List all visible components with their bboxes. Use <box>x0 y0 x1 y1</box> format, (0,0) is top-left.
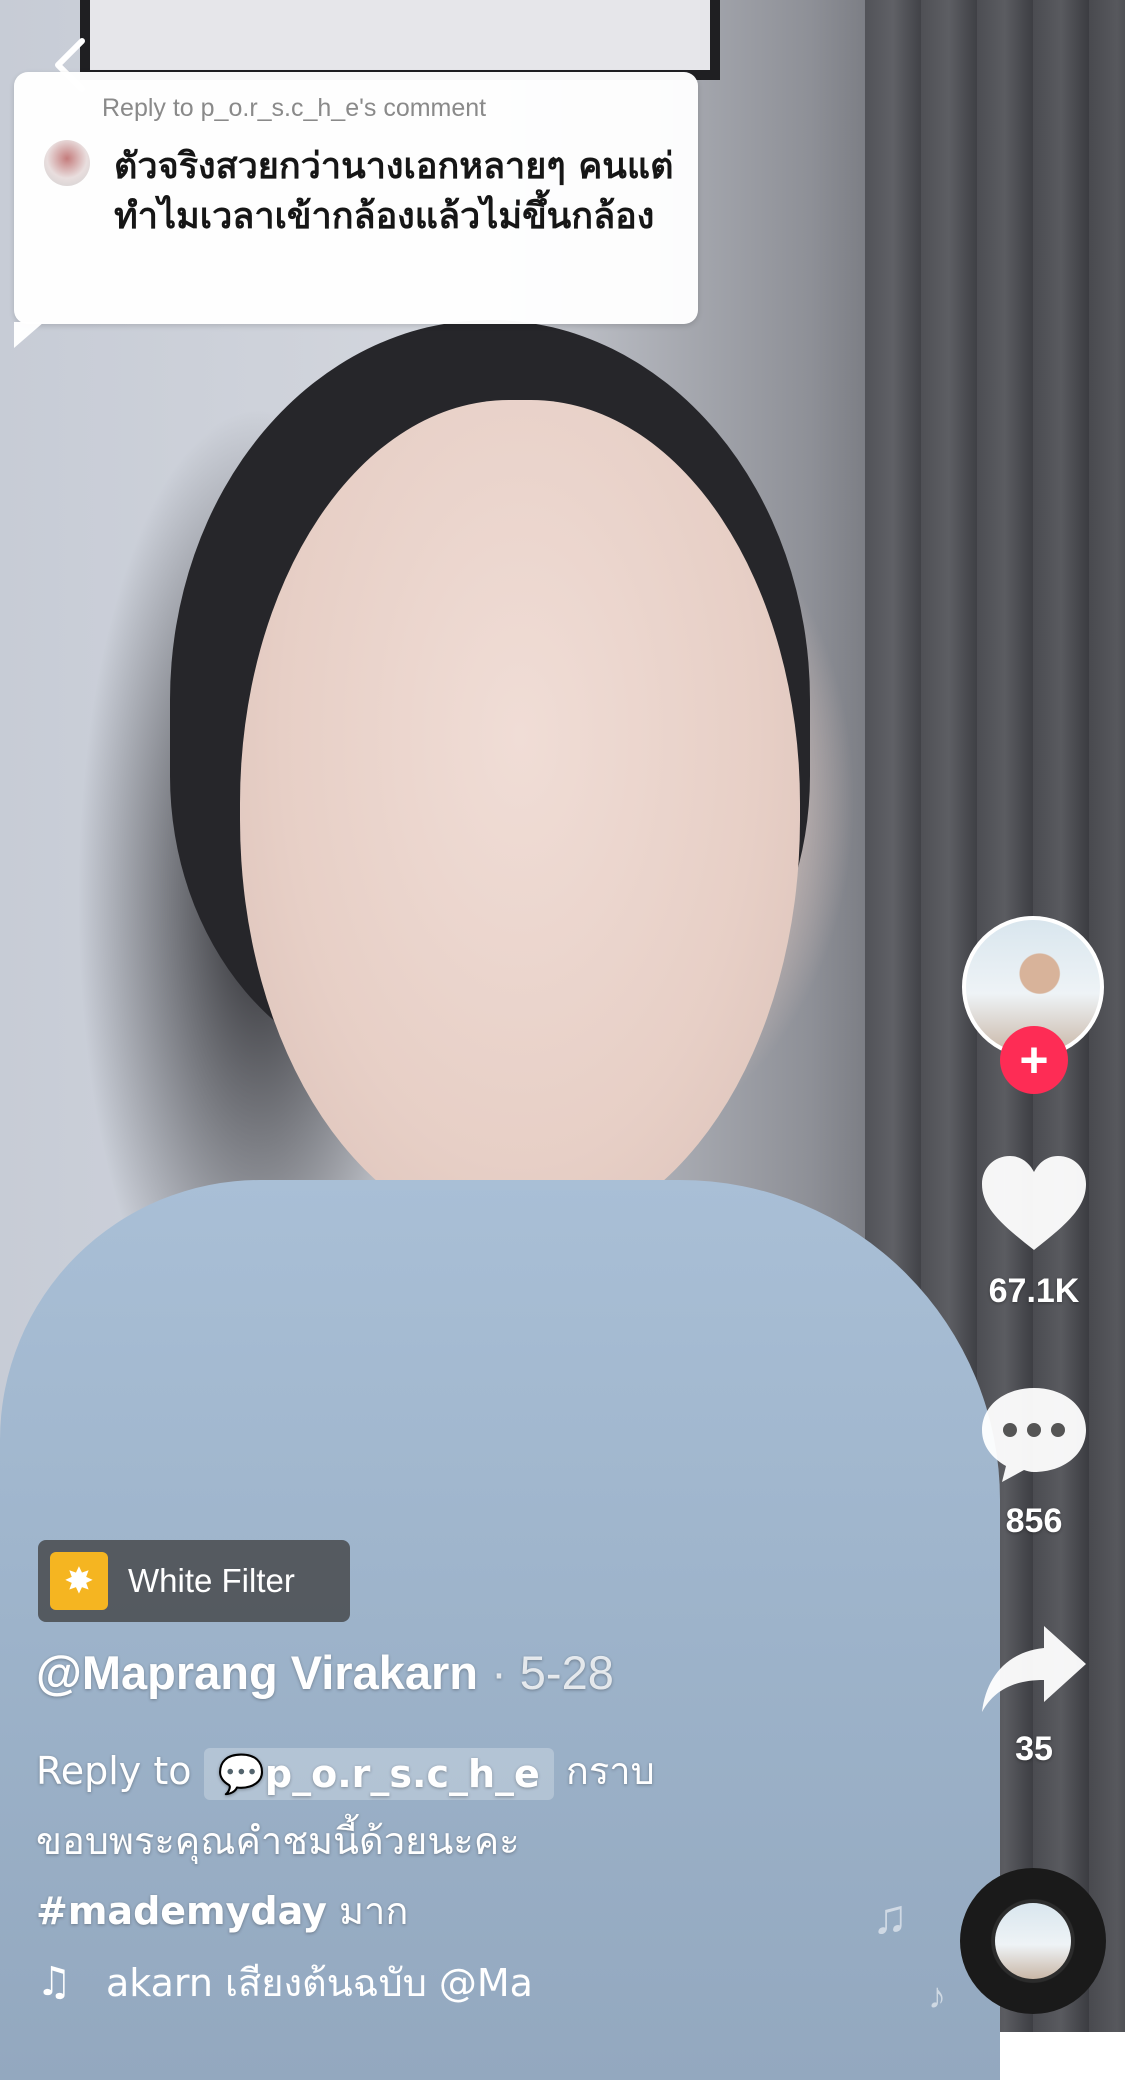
person-face <box>240 400 800 1240</box>
author-username[interactable]: @Maprang Virakarn <box>36 1646 478 1699</box>
music-title: akarn เสียงต้นฉบับ @Ma <box>106 1960 533 2005</box>
share-arrow-icon[interactable] <box>978 1620 1090 1720</box>
music-info[interactable]: ♫ akarn เสียงต้นฉบับ @Ma <box>36 1952 676 2012</box>
comment-icon[interactable] <box>978 1384 1090 1484</box>
like-count: 67.1K <box>988 1272 1080 1310</box>
post-author-line: @Maprang Virakarn · 5-28 <box>36 1645 614 1700</box>
wall-picture-frame <box>80 0 720 80</box>
commenter-avatar <box>44 140 90 186</box>
reply-prefix: Reply to <box>36 1749 192 1793</box>
comment-bubble-icon: 💬 <box>217 1751 265 1796</box>
music-note-icon: ♫ <box>36 1959 72 2005</box>
replied-username: p_o.r_s.c_h_e <box>264 1751 540 1796</box>
follow-button[interactable]: + <box>1000 1026 1068 1094</box>
reply-comment-text: ตัวจริงสวยกว่านางเอกหลายๆ คนแต่ทำไมเวลาเ… <box>114 146 674 237</box>
replied-user-pill[interactable]: 💬p_o.r_s.c_h_e <box>203 1747 554 1800</box>
floating-music-note-icon: ♪ <box>928 1975 946 2016</box>
plus-icon: + <box>1019 1032 1049 1088</box>
music-disc-avatar <box>995 1903 1071 1979</box>
effect-filter-chip[interactable]: ✸ White Filter <box>38 1540 350 1622</box>
filter-label: White Filter <box>128 1562 295 1599</box>
share-count: 35 <box>1015 1730 1053 1768</box>
post-date: · 5-28 <box>491 1646 614 1699</box>
like-heart-icon[interactable] <box>978 1154 1090 1254</box>
floating-music-note-icon: ♫ <box>872 1891 908 1944</box>
music-disc[interactable] <box>960 1868 1106 2014</box>
sparkle-icon: ✸ <box>50 1552 108 1610</box>
reply-header: Reply to p_o.r_s.c_h_e's comment <box>102 94 487 122</box>
caption-end: มาก <box>338 1889 409 1933</box>
hashtag-link[interactable]: #mademyday <box>36 1889 327 1933</box>
reply-comment-card[interactable]: Reply to p_o.r_s.c_h_e's comment ตัวจริง… <box>14 72 698 348</box>
post-caption: Reply to 💬p_o.r_s.c_h_e กราบ ขอบพระคุณคำ… <box>36 1736 756 1946</box>
comment-count: 856 <box>1005 1502 1063 1540</box>
